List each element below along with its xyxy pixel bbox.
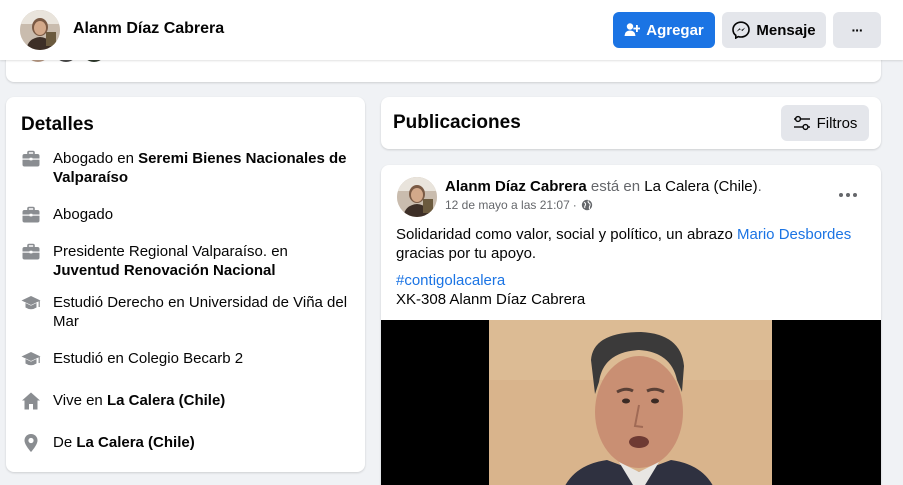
post-code-line: XK-308 Alanm Díaz Cabrera [396, 291, 586, 308]
filters-label: Filtros [816, 114, 858, 132]
video-frame [381, 320, 881, 485]
detail-item-education: Estudió en Colegio Becarb 2 [21, 349, 356, 369]
add-friend-label: Agregar [646, 21, 704, 39]
messenger-icon [732, 21, 751, 39]
post-author-avatar[interactable] [397, 177, 437, 217]
details-title: Detalles [21, 114, 94, 135]
detail-item-education: Estudió Derecho en Universidad de Viña d… [21, 293, 356, 331]
profile-name: Alanm Díaz Cabrera [73, 20, 225, 37]
add-person-icon [624, 22, 641, 38]
detail-text: Presidente Regional Valparaíso. en [53, 243, 288, 260]
hashtag-link[interactable]: #contigolacalera [396, 271, 505, 290]
post-body-line1: Solidaridad como valor, social y polític… [396, 226, 738, 243]
message-button[interactable]: Mensaje [722, 12, 826, 48]
detail-text: Abogado [53, 206, 114, 223]
post-status-text: está en [586, 178, 645, 195]
filters-button[interactable]: Filtros [781, 105, 869, 141]
post-headline: Alanm Díaz Cabrera está en La Calera (Ch… [445, 178, 762, 195]
post-card: Alanm Díaz Cabrera está en La Calera (Ch… [381, 165, 881, 485]
briefcase-icon [22, 243, 40, 260]
post-meta: 12 de mayo a las 21:07 · [445, 198, 593, 212]
detail-item-lives-in: Vive en La Calera (Chile) [21, 391, 356, 411]
graduation-cap-icon [21, 352, 41, 366]
details-card: Detalles Abogado en Seremi Bienes Nacion… [6, 97, 365, 472]
briefcase-icon [22, 206, 40, 223]
post-text: Solidaridad como valor, social y polític… [396, 225, 871, 263]
detail-text: Estudió Derecho en Universidad de Viña d… [53, 294, 348, 330]
post-body-line2: gracias por tu apoyo. [396, 245, 537, 262]
detail-text: Estudió en Colegio Becarb 2 [53, 350, 244, 367]
mention-link[interactable]: Mario Desbordes [737, 226, 851, 243]
meta-separator: · [572, 198, 577, 212]
message-label: Mensaje [756, 21, 816, 39]
profile-header-bar: Alanm Díaz Cabrera Agregar Mensaje ··· [0, 0, 903, 60]
globe-icon[interactable] [581, 199, 593, 211]
add-friend-button[interactable]: Agregar [613, 12, 715, 48]
detail-item-from: De La Calera (Chile) [21, 433, 356, 453]
more-options-icon: ··· [851, 22, 864, 38]
publications-title: Publicaciones [393, 112, 521, 133]
detail-item-work: Abogado en Seremi Bienes Nacionales de V… [21, 149, 356, 187]
detail-text: Vive en [53, 392, 107, 409]
post-video[interactable] [381, 320, 881, 485]
post-author-link[interactable]: Alanm Díaz Cabrera [445, 178, 587, 195]
detail-item-work: Abogado [21, 205, 356, 225]
publications-header: Publicaciones Filtros [381, 97, 881, 149]
post-location-link[interactable]: La Calera (Chile) [644, 178, 757, 195]
detail-link[interactable]: La Calera (Chile) [76, 434, 194, 451]
detail-link[interactable]: La Calera (Chile) [107, 392, 225, 409]
detail-item-work: Presidente Regional Valparaíso. en Juven… [21, 242, 356, 280]
home-icon [22, 392, 40, 410]
graduation-cap-icon [21, 296, 41, 310]
post-options-icon[interactable] [836, 187, 860, 203]
sliders-icon [793, 115, 811, 131]
detail-text: Abogado en [53, 150, 139, 167]
profile-avatar[interactable] [20, 10, 60, 50]
more-options-button[interactable]: ··· [833, 12, 881, 48]
location-pin-icon [24, 434, 38, 452]
post-period: . [757, 178, 762, 195]
briefcase-icon [22, 150, 40, 167]
detail-text: De [53, 434, 77, 451]
detail-link[interactable]: Juventud Renovación Nacional [53, 262, 276, 279]
post-timestamp[interactable]: 12 de mayo a las 21:07 [445, 198, 570, 212]
